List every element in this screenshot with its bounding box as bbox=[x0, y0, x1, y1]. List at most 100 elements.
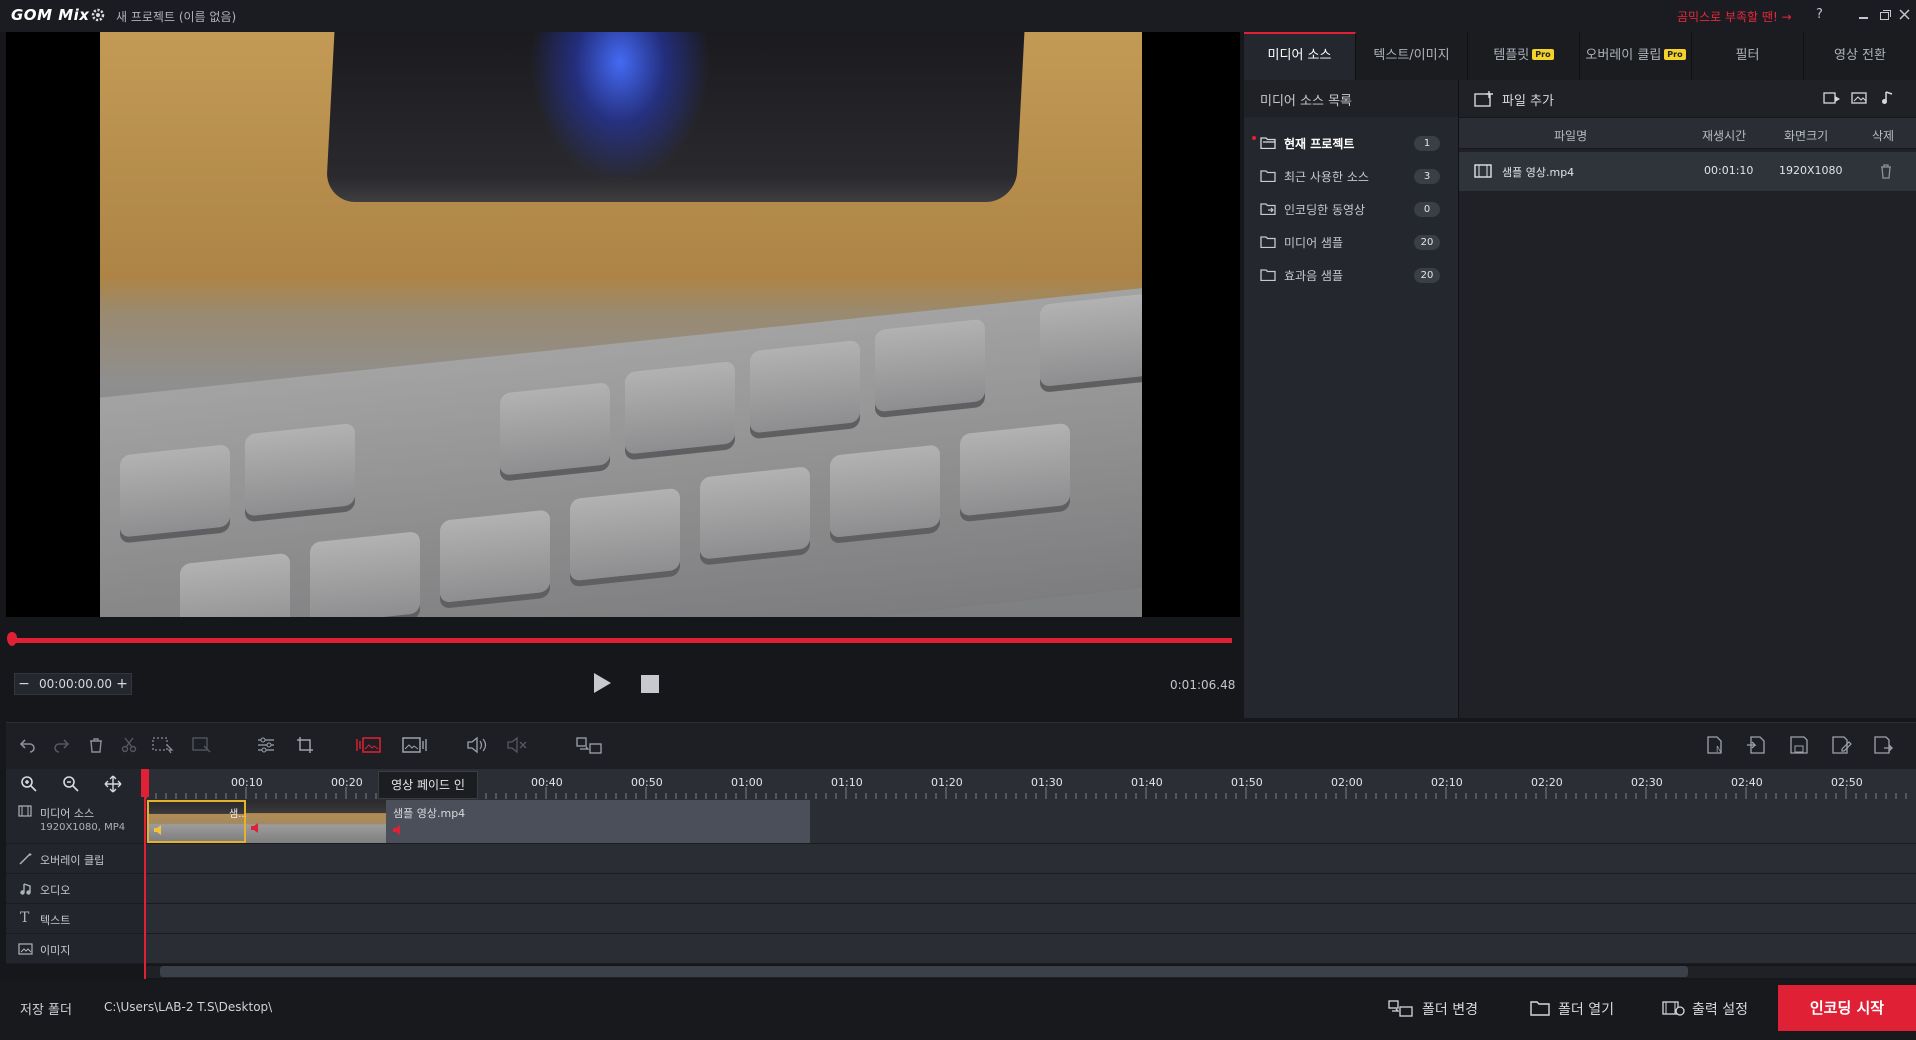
add-file-icon[interactable] bbox=[1474, 90, 1494, 107]
crop-icon[interactable] bbox=[296, 736, 314, 754]
change-folder-button[interactable]: 폴더 변경 bbox=[1386, 985, 1498, 1031]
redo-icon[interactable] bbox=[53, 736, 71, 754]
tab-media-source[interactable]: 미디어 소스 bbox=[1244, 32, 1356, 80]
clip-thumbnail-selected[interactable]: 샘... bbox=[147, 800, 248, 843]
new-project-icon[interactable]: N bbox=[1706, 736, 1726, 754]
timecode-minus-button[interactable]: − bbox=[15, 674, 33, 694]
open-folder-button[interactable]: 폴더 열기 bbox=[1528, 985, 1640, 1031]
fit-timeline-icon[interactable] bbox=[104, 775, 122, 793]
export-project-icon[interactable] bbox=[1874, 736, 1894, 754]
file-name: 샘플 영상.mp4 bbox=[1502, 166, 1575, 179]
folder-icon bbox=[1260, 235, 1276, 248]
column-delete: 삭제 bbox=[1872, 129, 1895, 143]
output-settings-button[interactable]: 출력 설정 bbox=[1660, 985, 1772, 1031]
app-logo: GOM Mix bbox=[11, 6, 90, 24]
tick-label: 00:40 bbox=[531, 776, 563, 789]
tab-filter[interactable]: 필터 bbox=[1692, 32, 1804, 80]
track-audio[interactable] bbox=[146, 874, 1916, 904]
source-item-recent[interactable]: 최근 사용한 소스 3 bbox=[1244, 159, 1458, 192]
help-icon[interactable]: ? bbox=[1816, 7, 1823, 22]
open-project-icon[interactable] bbox=[1746, 736, 1766, 754]
source-item-label: 인코딩한 동영상 bbox=[1284, 203, 1366, 217]
fade-in-icon[interactable] bbox=[356, 736, 382, 754]
project-title: 새 프로젝트 (이름 없음) bbox=[116, 10, 237, 24]
tick-label: 00:20 bbox=[331, 776, 363, 789]
track-image[interactable] bbox=[146, 934, 1916, 964]
cut-icon[interactable] bbox=[121, 736, 137, 754]
restore-icon[interactable] bbox=[1876, 6, 1894, 24]
speaker-muted-icon bbox=[250, 822, 262, 834]
tick-label: 02:40 bbox=[1731, 776, 1763, 789]
speaker-muted-icon bbox=[392, 824, 404, 836]
track-info: 1920X1080, MP4 bbox=[40, 822, 126, 833]
track-text[interactable] bbox=[146, 904, 1916, 934]
seek-handle[interactable] bbox=[7, 632, 17, 646]
tick-label: 01:10 bbox=[831, 776, 863, 789]
play-button[interactable] bbox=[591, 671, 613, 695]
undo-icon[interactable] bbox=[18, 736, 36, 754]
track-overlay[interactable] bbox=[146, 844, 1916, 874]
audio-filter-icon[interactable] bbox=[1880, 90, 1896, 106]
film-icon bbox=[1474, 163, 1492, 179]
fade-out-icon[interactable] bbox=[402, 736, 428, 754]
folder-icon bbox=[1530, 1000, 1550, 1016]
save-folder-label: 저장 폴더 bbox=[20, 1003, 72, 1018]
file-resolution: 1920X1080 bbox=[1779, 164, 1843, 177]
timecode-plus-button[interactable]: + bbox=[113, 674, 131, 694]
volume-icon[interactable] bbox=[466, 736, 488, 754]
split-icon[interactable] bbox=[192, 736, 212, 754]
trash-icon[interactable] bbox=[1879, 163, 1893, 179]
source-item-media-sample[interactable]: 미디어 샘플 20 bbox=[1244, 225, 1458, 258]
swap-icon[interactable] bbox=[576, 736, 602, 754]
source-item-current-project[interactable]: 현재 프로젝트 1 bbox=[1244, 126, 1458, 159]
column-resolution: 화면크기 bbox=[1784, 129, 1829, 143]
tab-template[interactable]: 템플릿 Pro bbox=[1468, 32, 1580, 80]
delete-icon[interactable] bbox=[88, 736, 104, 754]
add-file-button[interactable]: 파일 추가 bbox=[1502, 90, 1554, 109]
title-bar bbox=[0, 0, 1916, 32]
timecode-stepper[interactable]: − 00:00:00.00 + bbox=[14, 673, 132, 695]
source-item-encoded[interactable]: 인코딩한 동영상 0 bbox=[1244, 192, 1458, 225]
total-duration: 0:01:06.48 bbox=[1170, 678, 1236, 692]
video-frame bbox=[100, 32, 1142, 617]
speaker-icon bbox=[153, 824, 165, 836]
mute-icon[interactable] bbox=[506, 736, 528, 754]
seek-bar[interactable] bbox=[12, 638, 1232, 643]
tab-overlay-clip[interactable]: 오버레이 클립 Pro bbox=[1580, 32, 1692, 80]
output-settings-label: 출력 설정 bbox=[1692, 1002, 1748, 1018]
image-filter-icon[interactable] bbox=[1851, 91, 1869, 105]
tick-label: 01:40 bbox=[1131, 776, 1163, 789]
tab-text-image[interactable]: 텍스트/이미지 bbox=[1356, 32, 1468, 80]
stop-button[interactable] bbox=[641, 675, 659, 693]
open-folder-label: 폴더 열기 bbox=[1558, 1002, 1614, 1018]
zoom-in-icon[interactable] bbox=[20, 775, 38, 793]
tick-label: 02:50 bbox=[1831, 776, 1863, 789]
zoom-out-icon[interactable] bbox=[62, 775, 80, 793]
minimize-icon[interactable] bbox=[1855, 6, 1873, 24]
save-as-icon[interactable] bbox=[1832, 736, 1852, 754]
panel-tabs: 미디어 소스 텍스트/이미지 템플릿 Pro 오버레이 클립 Pro 필터 영상 전… bbox=[1244, 32, 1916, 80]
adjust-icon[interactable] bbox=[256, 736, 276, 754]
media-filter-icon[interactable] bbox=[1823, 91, 1841, 105]
scrollbar-thumb[interactable] bbox=[160, 966, 1688, 977]
timeline-toolbar bbox=[6, 722, 1916, 770]
source-item-sfx-sample[interactable]: 효과음 샘플 20 bbox=[1244, 258, 1458, 291]
file-duration: 00:01:10 bbox=[1704, 164, 1754, 177]
close-icon[interactable] bbox=[1896, 6, 1914, 24]
track-header-overlay: 오버레이 클립 bbox=[6, 844, 146, 874]
track-name: 오버레이 클립 bbox=[40, 854, 105, 867]
playhead[interactable] bbox=[144, 770, 146, 979]
source-item-label: 현재 프로젝트 bbox=[1284, 137, 1355, 151]
tab-transition[interactable]: 영상 전환 bbox=[1804, 32, 1916, 80]
help-link[interactable]: 곰믹스로 부족할 땐! → bbox=[1677, 8, 1792, 25]
track-header-image: 이미지 bbox=[6, 934, 146, 964]
table-row[interactable]: 샘플 영상.mp4 00:01:10 1920X1080 bbox=[1459, 152, 1916, 191]
gear-icon[interactable] bbox=[90, 7, 106, 23]
track-name: 오디오 bbox=[40, 884, 71, 897]
music-note-icon bbox=[19, 882, 33, 896]
pro-badge: Pro bbox=[1532, 49, 1554, 60]
select-range-icon[interactable] bbox=[152, 736, 174, 754]
start-encoding-button[interactable]: 인코딩 시작 bbox=[1778, 985, 1916, 1031]
save-path: C:\Users\LAB-2 T.S\Desktop\ bbox=[104, 1000, 273, 1014]
save-project-icon[interactable] bbox=[1790, 736, 1808, 754]
